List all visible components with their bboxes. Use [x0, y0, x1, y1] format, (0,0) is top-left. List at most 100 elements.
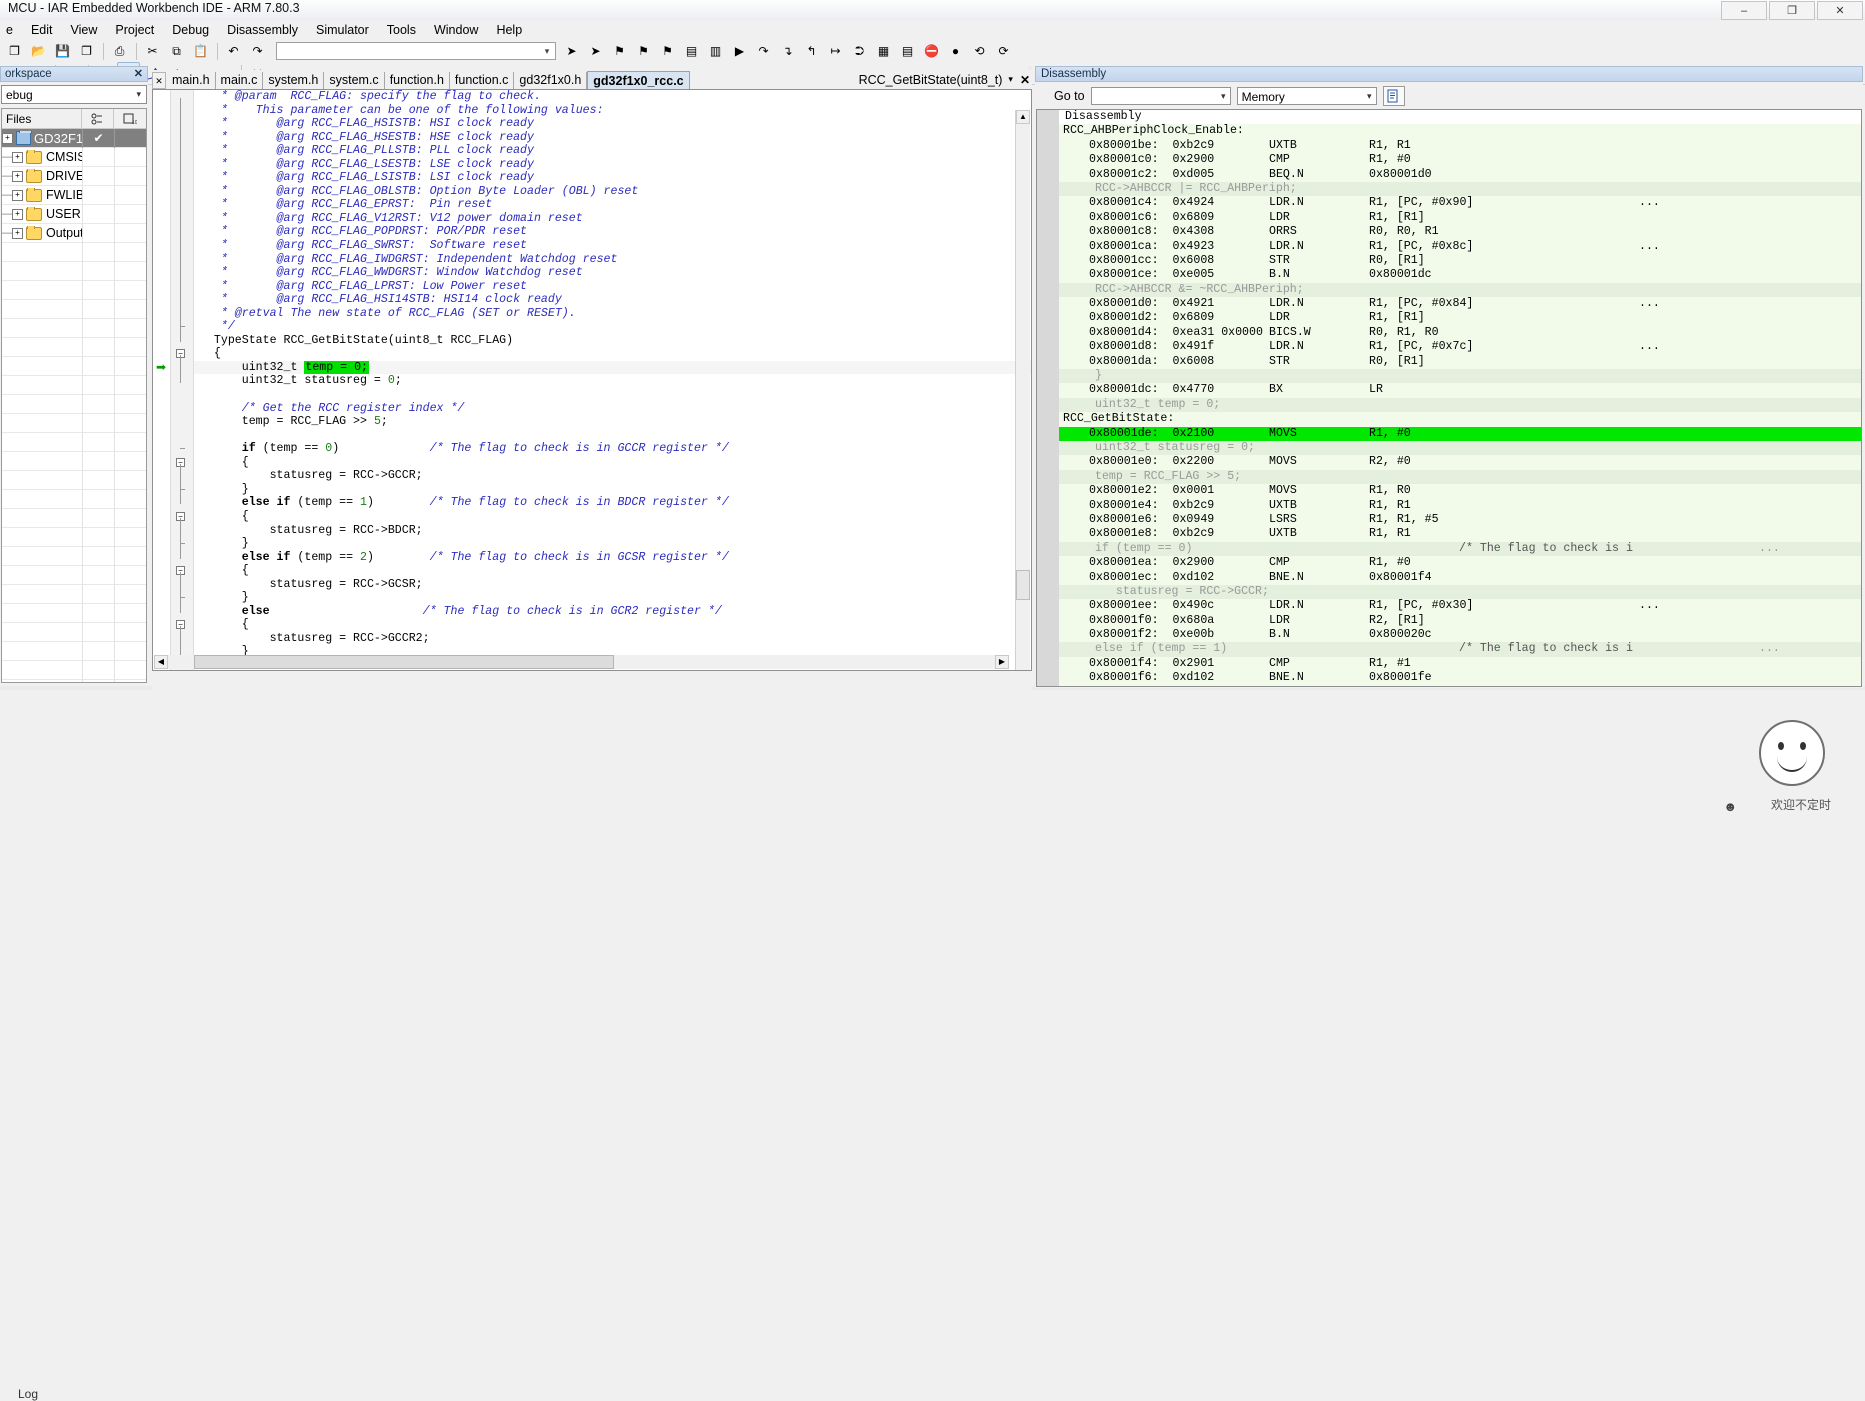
expand-icon[interactable]: + [12, 227, 23, 239]
expand-icon[interactable]: + [12, 151, 23, 163]
debug-start-button[interactable]: ▶ [728, 40, 751, 63]
menu-item-debug[interactable]: Debug [163, 21, 218, 39]
compile-button[interactable]: ▤ [680, 40, 703, 63]
toggle-mixed-mode-button[interactable] [1382, 86, 1405, 106]
disassembly-instruction[interactable]: 0x80001d2: 0x6809 LDR R1, [R1] [1059, 311, 1861, 326]
menu-item-help[interactable]: Help [487, 21, 531, 39]
disassembly-instruction[interactable]: 0x80001e4: 0xb2c9 UXTB R1, R1 [1059, 498, 1861, 513]
tree-group-output[interactable]: — + Output [2, 223, 146, 243]
menu-item-tools[interactable]: Tools [378, 21, 425, 39]
scroll-up-button[interactable]: ▲ [1016, 110, 1030, 124]
tree-group-driver[interactable]: —+ DRIVER [2, 166, 146, 186]
tree-root-project[interactable]: + GD32F130...✔ [2, 128, 146, 148]
disassembly-instruction[interactable]: 0x80001e8: 0xb2c9 UXTB R1, R1 [1059, 527, 1861, 542]
expand-icon[interactable]: + [12, 170, 23, 182]
minimize-button[interactable]: – [1721, 1, 1767, 20]
grid-view-button[interactable]: ▦ [872, 40, 895, 63]
copy-button[interactable]: ⧉ [165, 40, 188, 63]
undo-button[interactable]: ↶ [222, 40, 245, 63]
print-button[interactable]: ⎙ [108, 40, 131, 63]
disassembly-instruction[interactable]: 0x80001da: 0x6008 STR R0, [R1] [1059, 354, 1861, 370]
disassembly-instruction[interactable]: 0x80001d0: 0x4921 LDR.N R1, [PC, #0x84]... [1059, 297, 1861, 312]
hscrollbar-thumb[interactable] [194, 655, 614, 669]
scroll-left-button[interactable]: ◀ [154, 655, 168, 669]
disassembly-instruction[interactable]: 0x80001e0: 0x2200 MOVS R2, #0 [1059, 455, 1861, 470]
editor-tab-gd32f1x0-h[interactable]: gd32f1x0.h [514, 72, 588, 89]
disassembly-instruction[interactable]: 0x80001c0: 0x2900 CMP R1, #0 [1059, 153, 1861, 168]
disassembly-instruction[interactable]: 0x80001f2: 0xe00b B.N 0x800020c [1059, 628, 1861, 643]
disassembly-instruction[interactable]: 0x80001c6: 0x6809 LDR R1, [R1] [1059, 210, 1861, 226]
disassembly-code[interactable]: Disassembly RCC_AHBPeriphClock_Enable: 0x… [1059, 110, 1861, 686]
menu-item-view[interactable]: View [62, 21, 107, 39]
cut-button[interactable]: ✂ [141, 40, 164, 63]
editor-tab-system-h[interactable]: system.h [263, 72, 325, 89]
menu-item-window[interactable]: Window [425, 21, 487, 39]
make-button[interactable]: ▥ [704, 40, 727, 63]
disassembly-instruction[interactable]: 0x80001d8: 0x491f LDR.N R1, [PC, #0x7c]... [1059, 340, 1861, 355]
editor-horizontal-scrollbar[interactable]: ◀ ▶ [154, 655, 1009, 669]
editor-fold-gutter[interactable]: − − − − − [171, 90, 194, 670]
editor-breakpoint-gutter[interactable]: ➡ [153, 90, 171, 670]
scrollbar-thumb[interactable] [1016, 570, 1030, 600]
disassembly-instruction[interactable]: 0x80001f0: 0x680a LDR R2, [R1] [1059, 613, 1861, 629]
disassembly-instruction[interactable]: 0x80001ec: 0xd102 BNE.N 0x80001f4 [1059, 570, 1861, 585]
tree-group-cmsis[interactable]: — + CMSIS [2, 147, 146, 167]
close-button[interactable]: ✕ [1817, 1, 1863, 20]
disassembly-instruction[interactable]: 0x80001c2: 0xd005 BEQ.N 0x80001d0 [1059, 167, 1861, 182]
editor-code-area[interactable]: * @param RCC_FLAG: specify the flag to c… [194, 90, 1031, 670]
disassembly-instruction[interactable]: 0x80001ca: 0x4923 LDR.N R1, [PC, #0x8c]... [1059, 239, 1861, 254]
step-over-toolbar-button[interactable]: ↷ [752, 40, 775, 63]
paste-button[interactable]: 📋 [189, 40, 212, 63]
chevron-down-icon[interactable]: ▾ [1008, 74, 1013, 85]
log-tab-label[interactable]: Log [18, 1387, 38, 1401]
editor-tab-gd32f1x0-rcc-c[interactable]: gd32f1x0_rcc.c [587, 71, 690, 89]
save-all-button[interactable]: ❐ [75, 40, 98, 63]
editor-body[interactable]: ➡ − − − − − * @param RCC_FLAG: specify the f… [152, 89, 1032, 671]
step-into-toolbar-button[interactable]: ↴ [776, 40, 799, 63]
navigate-bookmark-button[interactable]: ⚑ [632, 40, 655, 63]
run-to-cursor-button[interactable]: ⮊ [848, 40, 871, 63]
tree-group-fwlib[interactable]: — + FWLIB [2, 185, 146, 205]
menu-item-project[interactable]: Project [106, 21, 163, 39]
close-icon[interactable]: ✕ [134, 67, 143, 80]
disassembly-instruction[interactable]: 0x80001cc: 0x6008 STR R0, [R1] [1059, 253, 1861, 269]
list-view-button[interactable]: ▤ [896, 40, 919, 63]
disassembly-instruction[interactable]: 0x80001ea: 0x2900 CMP R1, #0 [1059, 556, 1861, 571]
menu-item-e[interactable]: e [2, 21, 22, 39]
save-button[interactable]: 💾 [51, 40, 74, 63]
open-file-button[interactable]: 📂 [27, 40, 50, 63]
scroll-right-button[interactable]: ▶ [995, 655, 1009, 669]
expand-icon[interactable]: + [12, 208, 23, 220]
editor-tab-function-c[interactable]: function.c [449, 72, 515, 89]
disassembly-instruction[interactable]: 0x80001e6: 0x0949 LSRS R1, R1, #5 [1059, 512, 1861, 528]
tree-group-user[interactable]: — + USER [2, 204, 146, 224]
menu-item-edit[interactable]: Edit [22, 21, 62, 39]
build-configuration-select[interactable]: ebug ▾ [1, 85, 147, 104]
memory-zone-select[interactable]: Memory ▾ [1236, 87, 1377, 105]
editor-tab-main-c[interactable]: main.c [215, 72, 264, 89]
disassembly-instruction[interactable]: 0x80001ee: 0x490c LDR.N R1, [PC, #0x30]... [1059, 599, 1861, 614]
close-tab-icon[interactable]: ✕ [152, 72, 166, 89]
expand-icon[interactable]: + [2, 132, 13, 144]
step-out-toolbar-button[interactable]: ↰ [800, 40, 823, 63]
disassembly-instruction[interactable]: 0x80001f4: 0x2901 CMP R1, #1 [1059, 656, 1861, 672]
menu-item-disassembly[interactable]: Disassembly [218, 21, 307, 39]
find-next-button[interactable]: ➤ [560, 40, 583, 63]
reset-button[interactable]: ⟲ [968, 40, 991, 63]
disassembly-current-instruction[interactable]: 0x80001de: 0x2100 MOVS R1, #0 [1059, 426, 1861, 441]
disassembly-instruction[interactable]: 0x80001e2: 0x0001 MOVS R1, R0 [1059, 484, 1861, 499]
next-statement-button[interactable]: ↦ [824, 40, 847, 63]
disassembly-instruction[interactable]: 0x80001d4: 0xea31 0x0000 BICS.W R0, R1, R0 [1059, 325, 1861, 341]
disassembly-instruction[interactable]: 0x80001c4: 0x4924 LDR.N R1, [PC, #0x90]... [1059, 196, 1861, 211]
breakpoint-button[interactable]: ● [944, 40, 967, 63]
close-editor-icon[interactable]: ✕ [1020, 73, 1030, 87]
toggle-bookmark-button[interactable]: ⚑ [608, 40, 631, 63]
disassembly-body[interactable]: Disassembly RCC_AHBPeriphClock_Enable: 0x… [1036, 109, 1862, 687]
expand-icon[interactable]: + [12, 189, 23, 201]
disassembly-instruction[interactable]: 0x80001c8: 0x4308 ORRS R0, R0, R1 [1059, 225, 1861, 240]
menu-item-simulator[interactable]: Simulator [307, 21, 378, 39]
go-to-bookmark-button[interactable]: ⚑ [656, 40, 679, 63]
maximize-button[interactable]: ❐ [1769, 1, 1815, 20]
goto-address-input[interactable]: ▾ [1090, 87, 1231, 105]
go-button[interactable]: ⟳ [992, 40, 1015, 63]
